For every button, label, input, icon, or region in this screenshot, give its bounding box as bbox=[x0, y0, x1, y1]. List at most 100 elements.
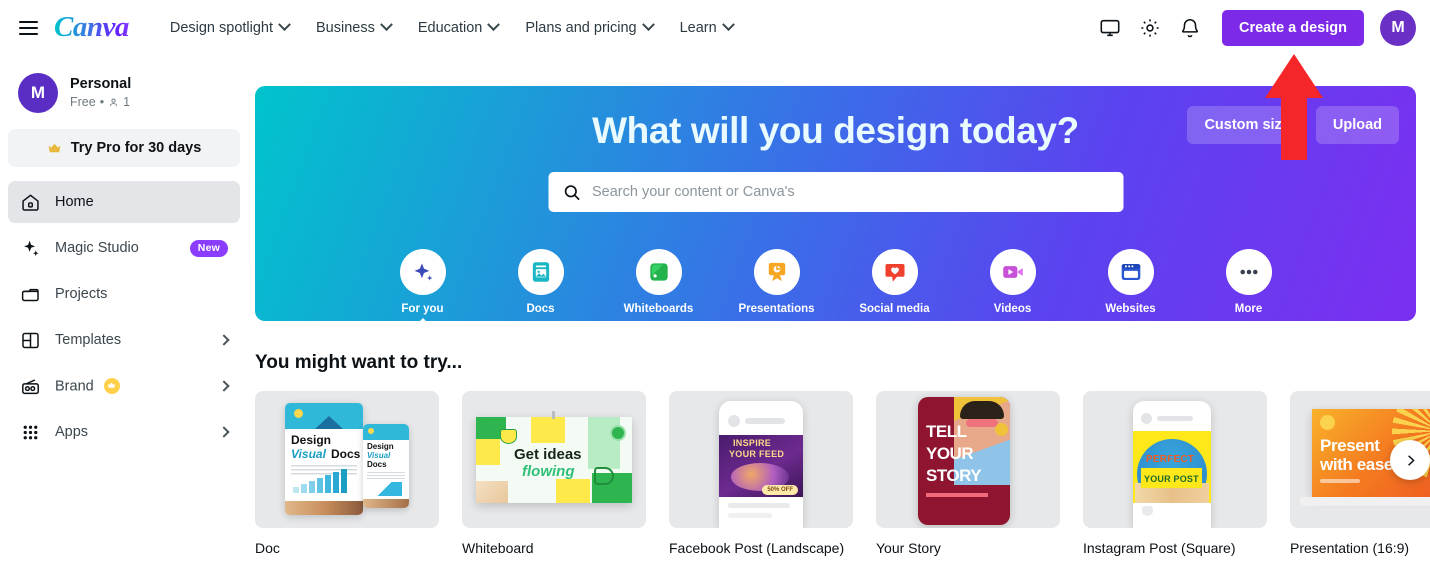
chevron-down-icon bbox=[641, 18, 655, 32]
card-label: Presentation (16:9) bbox=[1290, 540, 1410, 556]
chevron-down-icon bbox=[487, 18, 501, 32]
hero-search-bar[interactable] bbox=[548, 172, 1123, 212]
nav-item-learn[interactable]: Learn bbox=[669, 13, 744, 43]
up-arrow-icon bbox=[1265, 54, 1323, 160]
nav-item-business[interactable]: Business bbox=[305, 13, 402, 43]
category-label: Presentations bbox=[738, 303, 815, 315]
sidebar-item-projects[interactable]: Projects bbox=[8, 273, 240, 315]
carousel-next-button[interactable] bbox=[1390, 440, 1430, 480]
card-whiteboard[interactable]: Get ideas flowing Whiteboard bbox=[462, 391, 646, 556]
account-switcher[interactable]: M Personal Free • 1 bbox=[8, 55, 240, 127]
try-pro-button[interactable]: Try Pro for 30 days bbox=[8, 129, 240, 167]
category-icon-wrap bbox=[871, 249, 918, 295]
thumb-text: Docs bbox=[331, 447, 361, 461]
chevron-down-icon bbox=[278, 18, 291, 32]
nav-label: Business bbox=[316, 19, 375, 36]
sidebar-item-label: Projects bbox=[55, 286, 108, 302]
category-icon-wrap bbox=[517, 249, 564, 295]
brand-icon bbox=[22, 378, 39, 394]
category-videos[interactable]: Videos bbox=[976, 249, 1050, 315]
category-more[interactable]: More bbox=[1212, 249, 1286, 315]
nav-label: Education bbox=[417, 19, 483, 36]
card-facebook-post-landscape[interactable]: INSPIRE YOUR FEED 50% OFF Facebook Post … bbox=[669, 391, 853, 556]
monitor-icon[interactable] bbox=[1092, 10, 1128, 46]
category-social-media[interactable]: Social media bbox=[858, 249, 932, 315]
bell-icon[interactable] bbox=[1172, 10, 1208, 46]
chevron-right-icon bbox=[218, 334, 230, 346]
category-label: More bbox=[1234, 303, 1263, 315]
category-label: For you bbox=[401, 303, 444, 315]
category-websites[interactable]: Websites bbox=[1094, 249, 1168, 315]
sidebar-item-home[interactable]: Home bbox=[8, 181, 240, 223]
section-title-you-might-want-to-try: You might want to try... bbox=[255, 352, 463, 373]
upload-button[interactable]: Upload bbox=[1315, 106, 1399, 144]
canva-logo[interactable]: Canva bbox=[54, 11, 133, 44]
card-label: Instagram Post (Square) bbox=[1083, 540, 1236, 556]
home-icon bbox=[22, 193, 39, 211]
card-instagram-post-square[interactable]: PERFECT YOUR POST Instagram Post (Square… bbox=[1083, 391, 1267, 556]
card-thumbnail: TELL YOUR STORY bbox=[876, 391, 1060, 528]
chevron-down-icon bbox=[721, 18, 735, 32]
thumb-badge: 50% OFF bbox=[762, 485, 798, 495]
thumb-text: flowing bbox=[522, 463, 575, 480]
thumb-text: Get ideas bbox=[514, 446, 582, 463]
doc-icon bbox=[532, 262, 549, 282]
sidebar-item-label: Brand bbox=[55, 377, 206, 395]
sidebar-item-apps[interactable]: Apps bbox=[8, 411, 240, 453]
heart-bubble-icon bbox=[884, 263, 905, 282]
nav-item-education[interactable]: Education bbox=[407, 13, 510, 43]
more-dots-icon bbox=[1239, 269, 1258, 275]
category-docs[interactable]: Docs bbox=[504, 249, 578, 315]
category-label: Websites bbox=[1105, 303, 1156, 315]
apps-grid-icon bbox=[23, 425, 38, 439]
category-label: Whiteboards bbox=[623, 303, 694, 315]
category-icon-wrap bbox=[399, 249, 446, 295]
category-label: Docs bbox=[526, 303, 555, 315]
thumb-text: TELL bbox=[926, 422, 967, 441]
card-label: Doc bbox=[255, 540, 280, 556]
whiteboard-icon bbox=[649, 263, 668, 281]
new-badge: New bbox=[189, 239, 228, 257]
nav-item-plans-and-pricing[interactable]: Plans and pricing bbox=[514, 13, 663, 43]
crown-icon bbox=[108, 382, 116, 388]
folder-icon bbox=[21, 288, 39, 301]
sidebar-item-brand[interactable]: Brand bbox=[8, 365, 240, 407]
sidebar-item-templates[interactable]: Templates bbox=[8, 319, 240, 361]
card-label: Whiteboard bbox=[462, 540, 534, 556]
category-icon-wrap bbox=[635, 249, 682, 295]
category-presentations[interactable]: Presentations bbox=[738, 249, 815, 315]
sidebar-item-label: Magic Studio bbox=[55, 240, 139, 256]
presentation-icon bbox=[768, 262, 785, 282]
thumb-text: with ease bbox=[1320, 455, 1393, 474]
pro-crown-badge bbox=[103, 377, 120, 394]
chevron-right-icon bbox=[1407, 454, 1415, 466]
account-name: Personal bbox=[70, 75, 132, 92]
hamburger-menu-icon[interactable] bbox=[12, 12, 44, 44]
sparkle-icon bbox=[414, 263, 432, 281]
card-doc[interactable]: Design Visual Docs Design Visual Docs Do… bbox=[255, 391, 439, 556]
account-plan: Free bbox=[70, 95, 96, 110]
category-icon-wrap bbox=[1225, 249, 1272, 295]
chevron-right-icon bbox=[218, 426, 230, 438]
gear-icon[interactable] bbox=[1132, 10, 1168, 46]
thumb-text: YOUR POST bbox=[1144, 474, 1199, 484]
chevron-right-icon bbox=[218, 380, 230, 392]
card-your-story[interactable]: TELL YOUR STORY Your Story bbox=[876, 391, 1060, 556]
brand-label-text: Brand bbox=[55, 378, 94, 395]
try-pro-label: Try Pro for 30 days bbox=[70, 140, 202, 156]
card-thumbnail: INSPIRE YOUR FEED 50% OFF bbox=[669, 391, 853, 528]
account-avatar: M bbox=[18, 73, 58, 113]
category-whiteboards[interactable]: Whiteboards bbox=[622, 249, 696, 315]
create-a-design-button[interactable]: Create a design bbox=[1222, 9, 1364, 46]
card-label: Your Story bbox=[876, 540, 941, 556]
account-separator: • bbox=[99, 95, 105, 110]
search-input[interactable] bbox=[592, 184, 1109, 200]
user-avatar[interactable]: M bbox=[1380, 9, 1416, 46]
sidebar-item-magic-studio[interactable]: Magic Studio New bbox=[8, 227, 240, 269]
card-label: Facebook Post (Landscape) bbox=[669, 540, 845, 556]
nav-label: Design spotlight bbox=[169, 19, 274, 36]
nav-item-design-spotlight[interactable]: Design spotlight bbox=[159, 13, 300, 43]
category-for-you[interactable]: For you bbox=[386, 249, 460, 315]
account-plan-row: Free • 1 bbox=[70, 94, 131, 111]
account-member-count: 1 bbox=[123, 95, 131, 110]
